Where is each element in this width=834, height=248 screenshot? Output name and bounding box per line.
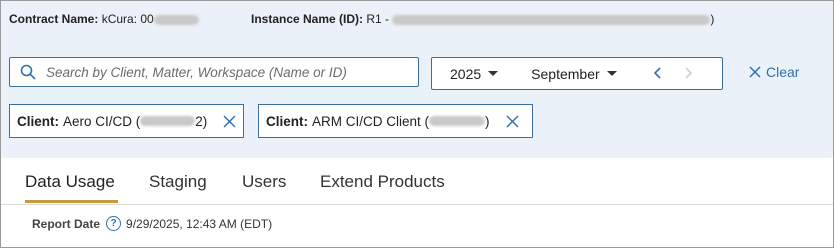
year-dropdown[interactable]: 2025: [450, 65, 499, 82]
search-input[interactable]: [44, 63, 418, 81]
close-icon: [749, 66, 761, 78]
content-panel: Data Usage Staging Users Extend Products…: [1, 158, 833, 247]
period-selector: 2025 September: [431, 57, 723, 90]
tab-bar: Data Usage Staging Users Extend Products: [1, 158, 833, 205]
report-date-value: 9/29/2025, 12:43 AM (EDT): [126, 216, 273, 231]
instance-info: Instance Name (ID): R1 - ): [251, 12, 714, 26]
remove-filter-button[interactable]: [223, 115, 236, 128]
tab-extend-products[interactable]: Extend Products: [320, 172, 445, 192]
month-value: September: [531, 65, 600, 82]
report-date-label: Report Date: [32, 216, 101, 231]
contract-name-label: Contract Name:: [9, 12, 99, 26]
filter-chip-client: Client: ARM CI/CD Client ( ): [258, 104, 533, 138]
contract-info: Contract Name: kCura: 00: [9, 12, 199, 26]
filter-chip-label: Client:: [266, 113, 308, 129]
month-dropdown[interactable]: September: [531, 65, 617, 82]
redacted-contract-id: [153, 14, 199, 25]
redacted-client-id: [140, 116, 196, 126]
chevron-down-icon: [606, 71, 617, 76]
chevron-down-icon: [488, 71, 499, 76]
redacted-client-id: [429, 116, 486, 126]
redacted-instance-name: [392, 14, 711, 25]
clear-label: Clear: [766, 64, 800, 80]
instance-name-suffix: ): [710, 12, 715, 26]
report-date: Report Date ? 9/29/2025, 12:43 AM (EDT): [32, 216, 272, 231]
filter-chip-value-suffix: 2): [195, 113, 208, 129]
filter-chip-value: ARM CI/CD Client (: [312, 113, 430, 129]
search-box[interactable]: [9, 57, 419, 87]
year-value: 2025: [450, 65, 482, 82]
tab-data-usage[interactable]: Data Usage: [25, 172, 115, 192]
help-icon[interactable]: ?: [106, 216, 122, 231]
filter-chip-label: Client:: [17, 113, 59, 129]
active-tab-indicator: [25, 200, 118, 203]
filter-chip-value: Aero CI/CD (: [63, 113, 141, 129]
next-month-button[interactable]: [682, 66, 694, 80]
search-icon: [20, 64, 36, 80]
tab-staging[interactable]: Staging: [149, 172, 207, 192]
instance-name-value: R1 -: [366, 12, 390, 26]
previous-month-button[interactable]: [652, 66, 664, 80]
filter-chip-client: Client: Aero CI/CD ( 2): [9, 104, 244, 138]
filter-chip-value-suffix: ): [485, 113, 490, 129]
instance-name-label: Instance Name (ID):: [251, 12, 364, 26]
app-window: Contract Name: kCura: 00 Instance Name (…: [0, 0, 834, 248]
remove-filter-button[interactable]: [506, 115, 519, 128]
contract-name-value: kCura: 00: [101, 12, 154, 26]
clear-button[interactable]: Clear: [749, 64, 799, 80]
tab-users[interactable]: Users: [242, 172, 286, 192]
